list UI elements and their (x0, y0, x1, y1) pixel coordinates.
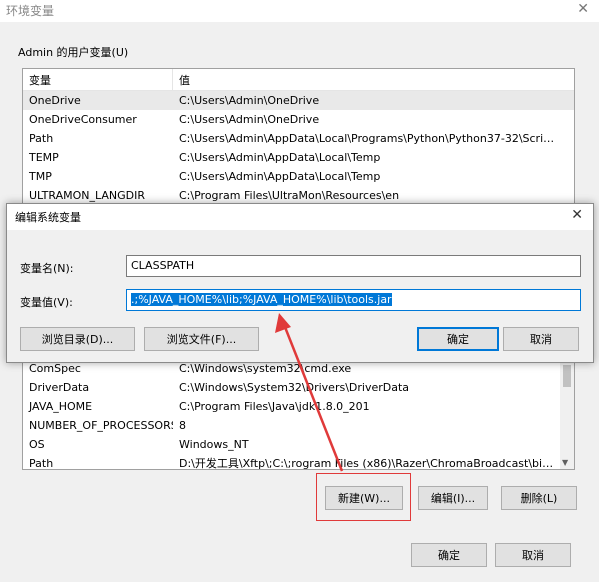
dialog-ok-button[interactable]: 确定 (417, 327, 499, 351)
row-value: 8 (179, 419, 186, 432)
dialog-title: 编辑系统变量 (15, 211, 81, 224)
close-icon[interactable]: ✕ (577, 1, 589, 17)
scrollbar-thumb[interactable] (563, 365, 571, 387)
delete-button[interactable]: 删除(L) (501, 486, 577, 510)
browse-directory-button[interactable]: 浏览目录(D)... (20, 327, 135, 351)
table-row[interactable]: TEMP C:\Users\Admin\AppData\Local\Temp (23, 148, 574, 167)
highlight-box (316, 473, 411, 521)
variable-value-input[interactable]: .;%JAVA_HOME%\lib;%JAVA_HOME%\lib\tools.… (126, 289, 581, 311)
scroll-down-icon[interactable]: ▼ (562, 458, 568, 467)
row-name: Path (29, 132, 54, 145)
table-row[interactable]: OneDriveConsumer C:\Users\Admin\OneDrive (23, 110, 574, 129)
browse-file-button[interactable]: 浏览文件(F)... (144, 327, 259, 351)
row-value: C:\Windows\System32\Drivers\DriverData (179, 381, 410, 394)
edit-system-variable-dialog: 编辑系统变量 ✕ 变量名(N): CLASSPATH 变量值(V): .;%JA… (6, 203, 594, 363)
row-name: JAVA_HOME (29, 400, 93, 413)
table-row[interactable]: JAVA_HOME C:\Program Files\Java\jdk1.8.0… (23, 397, 574, 416)
table-row[interactable]: OneDrive C:\Users\Admin\OneDrive (23, 91, 574, 110)
row-value: C:\Users\Admin\OneDrive (179, 94, 320, 107)
table-row[interactable]: Path D:\开发工具\Xftp\;C:\;rogram Files (x86… (23, 454, 574, 470)
variable-name-label: 变量名(N): (20, 262, 74, 275)
row-value: C:\Program Files\Java\jdk1.8.0_201 (179, 400, 370, 413)
user-vars-list[interactable]: 变量 值 OneDrive C:\Users\Admin\OneDrive On… (22, 68, 575, 210)
table-row[interactable]: DriverData C:\Windows\System32\Drivers\D… (23, 378, 574, 397)
row-value: C:\Users\Admin\AppData\Local\Temp (179, 170, 381, 183)
column-header-value[interactable]: 值 (173, 69, 196, 90)
variable-name-input[interactable]: CLASSPATH (126, 255, 581, 277)
selected-value-text: .;%JAVA_HOME%\lib;%JAVA_HOME%\lib\tools.… (131, 293, 392, 306)
table-row[interactable]: NUMBER_OF_PROCESSORS 8 (23, 416, 574, 435)
row-value: D:\开发工具\Xftp\;C:\;rogram Files (x86)\Raz… (179, 457, 558, 470)
row-name: NUMBER_OF_PROCESSORS (29, 419, 173, 432)
cancel-button[interactable]: 取消 (495, 543, 571, 567)
system-vars-list[interactable]: ComSpec C:\Windows\system32\cmd.exe Driv… (22, 358, 575, 470)
window-titlebar: 环境变量 ✕ (0, 0, 599, 22)
system-vars-scrollbar[interactable]: ▼ (560, 359, 574, 469)
row-value: C:\Users\Admin\AppData\Local\Programs\Py… (179, 132, 558, 145)
ok-button[interactable]: 确定 (411, 543, 487, 567)
row-name: DriverData (29, 381, 90, 394)
variable-value-label: 变量值(V): (20, 296, 73, 309)
table-row[interactable]: TMP C:\Users\Admin\AppData\Local\Temp (23, 167, 574, 186)
dialog-close-icon[interactable]: ✕ (571, 207, 583, 223)
row-value: C:\Users\Admin\OneDrive (179, 113, 320, 126)
row-name: TEMP (29, 151, 59, 164)
edit-button[interactable]: 编辑(I)... (418, 486, 488, 510)
column-header-name[interactable]: 变量 (23, 69, 173, 90)
table-row[interactable]: OS Windows_NT (23, 435, 574, 454)
row-name: OneDriveConsumer (29, 113, 137, 126)
row-name: OS (29, 438, 45, 451)
dialog-titlebar: 编辑系统变量 ✕ (7, 204, 593, 230)
user-vars-group-label: Admin 的用户变量(U) (18, 46, 129, 59)
row-value: Windows_NT (179, 438, 249, 451)
window-title: 环境变量 (6, 4, 55, 18)
row-value: C:\Users\Admin\AppData\Local\Temp (179, 151, 381, 164)
row-name: TMP (29, 170, 52, 183)
user-vars-header: 变量 值 (23, 69, 574, 91)
table-row[interactable]: Path C:\Users\Admin\AppData\Local\Progra… (23, 129, 574, 148)
dialog-cancel-button[interactable]: 取消 (503, 327, 579, 351)
row-name: OneDrive (29, 94, 81, 107)
row-name: Path (29, 457, 54, 470)
